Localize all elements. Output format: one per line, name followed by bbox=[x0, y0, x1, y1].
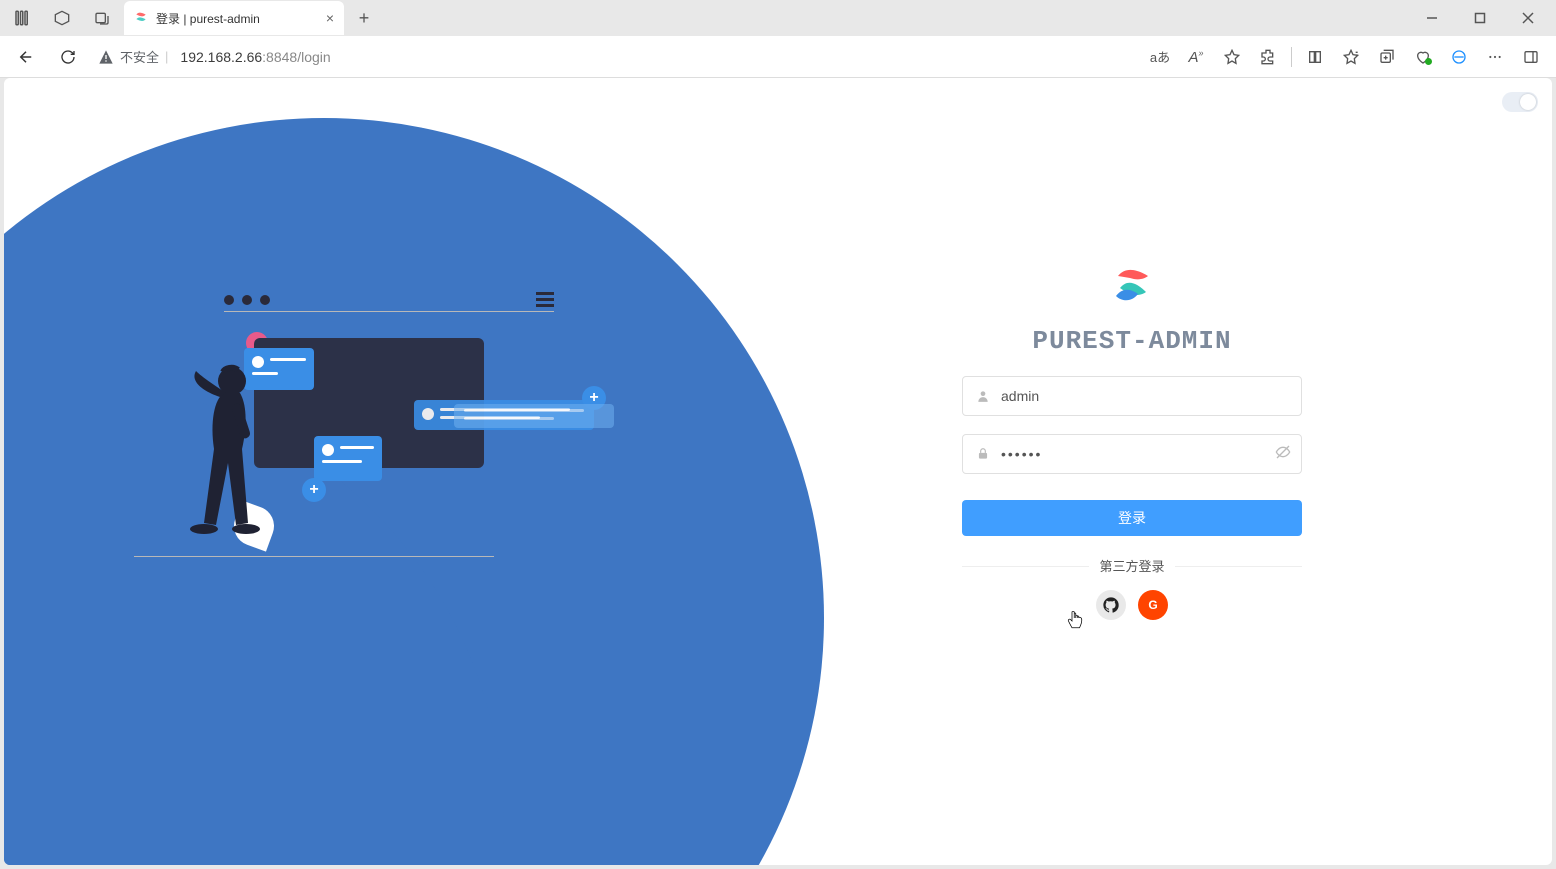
titlebar-left bbox=[6, 2, 118, 34]
plus-icon: + bbox=[302, 478, 326, 502]
ie-mode-icon[interactable] bbox=[1442, 40, 1476, 74]
reading-list-icon[interactable] bbox=[1298, 40, 1332, 74]
password-input[interactable] bbox=[993, 446, 1275, 462]
browser-chrome: 登录 | purest-admin × + 不安全 | bbox=[0, 0, 1556, 78]
brand-title: PUREST-ADMIN bbox=[1032, 326, 1231, 356]
theme-toggle-knob bbox=[1520, 94, 1536, 110]
favicon-icon bbox=[134, 11, 148, 25]
refresh-button[interactable] bbox=[50, 39, 86, 75]
hamburger-icon bbox=[536, 292, 554, 307]
more-icon[interactable] bbox=[1478, 40, 1512, 74]
sidebar-panel-icon[interactable] bbox=[1514, 40, 1548, 74]
login-panel: PUREST-ADMIN 登录 第三方登录 G bbox=[962, 268, 1302, 620]
favorite-icon[interactable] bbox=[1215, 40, 1249, 74]
eye-off-icon[interactable] bbox=[1275, 444, 1291, 465]
social-login: G bbox=[1096, 590, 1168, 620]
theme-toggle[interactable] bbox=[1502, 92, 1538, 112]
user-icon bbox=[973, 389, 993, 403]
sidebar-toggle-icon[interactable] bbox=[6, 2, 38, 34]
lock-icon bbox=[973, 447, 993, 461]
hero-illustration: + + bbox=[4, 78, 654, 865]
page-viewport: + + bbox=[4, 78, 1552, 865]
url-display[interactable]: 192.168.2.66:8848/login bbox=[180, 49, 330, 65]
security-indicator[interactable]: 不安全 | bbox=[92, 47, 174, 66]
collections-icon[interactable] bbox=[1370, 40, 1404, 74]
person-illustration bbox=[174, 363, 284, 573]
url-host: 192.168.2.66 bbox=[180, 49, 262, 65]
titlebar: 登录 | purest-admin × + bbox=[0, 0, 1556, 36]
address-bar: 不安全 | 192.168.2.66:8848/login aあ A» bbox=[0, 36, 1556, 78]
tab-actions-icon[interactable] bbox=[86, 2, 118, 34]
github-login-button[interactable] bbox=[1096, 590, 1126, 620]
close-tab-icon[interactable]: × bbox=[326, 10, 334, 26]
read-aloud-icon[interactable]: A» bbox=[1179, 40, 1213, 74]
tab-title: 登录 | purest-admin bbox=[156, 10, 260, 27]
thirdparty-label: 第三方登录 bbox=[1089, 556, 1174, 575]
password-field[interactable] bbox=[962, 434, 1302, 474]
thirdparty-section: 第三方登录 bbox=[962, 556, 1302, 576]
gitee-label: G bbox=[1148, 598, 1157, 612]
minimize-button[interactable] bbox=[1410, 3, 1454, 33]
new-tab-button[interactable]: + bbox=[350, 4, 378, 32]
translate-icon[interactable]: aあ bbox=[1143, 40, 1177, 74]
gitee-login-button[interactable]: G bbox=[1138, 590, 1168, 620]
url-path: /login bbox=[297, 49, 330, 65]
app-logo bbox=[1112, 268, 1152, 304]
username-field[interactable] bbox=[962, 376, 1302, 416]
login-button[interactable]: 登录 bbox=[962, 500, 1302, 536]
window-controls bbox=[1410, 3, 1550, 33]
back-button[interactable] bbox=[8, 39, 44, 75]
address-bar-actions: aあ A» bbox=[1143, 40, 1548, 74]
workspaces-icon[interactable] bbox=[46, 2, 78, 34]
illustration: + + bbox=[134, 278, 614, 618]
browser-tab[interactable]: 登录 | purest-admin × bbox=[124, 1, 344, 35]
security-label: 不安全 bbox=[120, 47, 159, 66]
url-port: :8848 bbox=[262, 49, 297, 65]
extensions-icon[interactable] bbox=[1251, 40, 1285, 74]
username-input[interactable] bbox=[993, 388, 1291, 404]
maximize-button[interactable] bbox=[1458, 3, 1502, 33]
close-window-button[interactable] bbox=[1506, 3, 1550, 33]
browser-essentials-icon[interactable] bbox=[1406, 40, 1440, 74]
favorites-bar-icon[interactable] bbox=[1334, 40, 1368, 74]
